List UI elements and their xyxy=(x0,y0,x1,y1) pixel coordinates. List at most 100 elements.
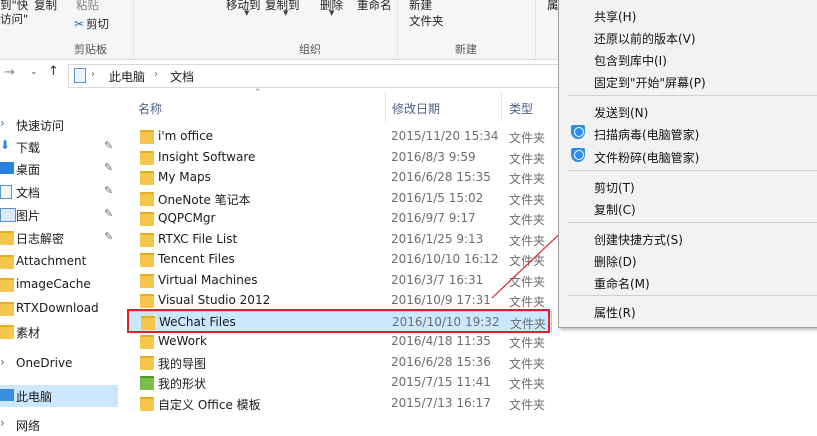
cell-name: My Maps xyxy=(158,170,211,184)
menu-item-pin-to-start[interactable]: 固定到"开始"屏幕(P) xyxy=(559,70,817,92)
menu-item-label: 共享(H) xyxy=(594,10,637,24)
menu-item-label: 属性(R) xyxy=(594,306,636,320)
organize-group-label: 组织 xyxy=(299,43,321,56)
navigation-pane: › 快速访问 ⬇ 下载 ✎ 桌面 ✎ 文档 ✎ 图片 ✎ 日志解密 ✎ Attachment imageCa… xyxy=(0,92,120,433)
copy-to-dropdown-icon[interactable]: ▼ xyxy=(283,9,288,17)
up-arrow-icon[interactable]: ↑ xyxy=(48,64,59,79)
menu-item-restore-versions[interactable]: 还原以前的版本(V) xyxy=(559,26,817,48)
menu-item-label: 重命名(M) xyxy=(594,277,650,291)
folder-icon xyxy=(140,273,154,288)
pin-icon[interactable]: ✎ xyxy=(104,184,113,197)
properties-button-partial[interactable]: 属 xyxy=(547,0,559,13)
table-row[interactable]: My Maps 2016/6/28 15:35 文件夹 xyxy=(128,167,552,188)
menu-item-rename[interactable]: 重命名(M) xyxy=(559,271,817,293)
cell-date: 2016/4/18 11:35 xyxy=(391,334,491,348)
delete-dropdown-icon[interactable]: ▼ xyxy=(329,9,334,17)
nav-item-1[interactable]: ⬇ 下载 ✎ xyxy=(0,136,118,158)
nav-item-11[interactable]: 此电脑 xyxy=(0,385,118,407)
table-row[interactable]: i'm office 2015/11/20 15:34 文件夹 xyxy=(128,126,552,147)
column-header-name[interactable]: 名称 xyxy=(138,100,162,117)
menu-item-label: 删除(D) xyxy=(594,255,637,269)
table-row[interactable]: WeWork 2016/4/18 11:35 文件夹 xyxy=(128,331,552,352)
folder-icon xyxy=(0,231,14,245)
folder-icon xyxy=(140,212,154,226)
menu-item-delete[interactable]: 删除(D) xyxy=(559,249,817,271)
menu-item-share[interactable]: 共享(H) xyxy=(559,4,817,26)
folder-icon xyxy=(0,255,14,269)
nav-item-2[interactable]: 桌面 ✎ xyxy=(0,158,118,180)
menu-item-label: 包含到库中(I) xyxy=(594,54,667,68)
cell-date: 2016/6/28 15:35 xyxy=(391,170,491,184)
recent-locations-chevron-icon[interactable]: ⌄ xyxy=(30,67,38,77)
pin-icon[interactable]: ✎ xyxy=(104,139,113,152)
new-folder-button-line2[interactable]: 文件夹 xyxy=(409,13,444,29)
rename-button[interactable]: 重命名 xyxy=(357,0,392,13)
folder-icon xyxy=(0,302,14,316)
cloud-icon: › xyxy=(0,355,5,369)
folder-icon xyxy=(140,355,154,370)
column-divider[interactable] xyxy=(385,92,386,122)
menu-item-send-to[interactable]: 发送到(N) xyxy=(559,100,817,122)
breadcrumb-separator-icon: › xyxy=(91,69,95,80)
menu-item-scan-virus[interactable]: 扫描病毒(电脑管家) xyxy=(559,122,817,144)
paste-button[interactable]: 粘贴 xyxy=(76,0,99,13)
menu-item-shred-file[interactable]: 文件粉碎(电脑管家) xyxy=(559,145,817,167)
cell-name: 我的形状 xyxy=(158,377,207,391)
nav-item-10[interactable]: › OneDrive xyxy=(0,353,118,375)
nav-item-4[interactable]: 图片 ✎ xyxy=(0,204,118,226)
nav-item-label: 文档 xyxy=(16,186,41,200)
nav-item-3[interactable]: 文档 ✎ xyxy=(0,181,118,203)
table-row[interactable]: 我的导图 2016/6/28 15:36 文件夹 xyxy=(128,352,552,373)
move-to-dropdown-icon[interactable]: ▼ xyxy=(244,9,249,17)
menu-item-properties[interactable]: 属性(R) xyxy=(559,300,817,322)
column-header-date[interactable]: 修改日期 xyxy=(392,100,440,117)
nav-item-8[interactable]: RTXDownload xyxy=(0,298,118,320)
folder-icon xyxy=(140,150,154,165)
nav-item-label: 图片 xyxy=(16,209,41,223)
breadcrumb-this-pc[interactable]: 此电脑 xyxy=(109,68,145,85)
nav-item-0[interactable]: › 快速访问 xyxy=(0,114,118,136)
nav-item-label: 网络 xyxy=(16,419,41,433)
context-menu: 共享(H) 还原以前的版本(V) 包含到库中(I) 固定到"开始"屏幕(P) 发送到(N… xyxy=(558,0,817,328)
new-folder-button[interactable]: 新建 xyxy=(409,0,432,13)
pin-icon[interactable]: ✎ xyxy=(104,230,113,243)
column-header-type[interactable]: 类型 xyxy=(509,100,533,117)
copy-button[interactable]: 复制 xyxy=(34,0,57,13)
nav-item-7[interactable]: imageCache xyxy=(0,274,118,296)
pin-icon[interactable]: ✎ xyxy=(104,207,113,220)
breadcrumb-documents[interactable]: 文档 xyxy=(170,68,194,85)
folder-icon xyxy=(140,232,154,247)
nav-item-label: imageCache xyxy=(16,277,91,291)
column-divider[interactable] xyxy=(501,92,502,122)
menu-item-label: 还原以前的版本(V) xyxy=(594,32,696,46)
pin-to-quick-access-partial-2[interactable]: 访问" xyxy=(0,11,28,27)
folder-icon xyxy=(140,335,154,349)
folder-icon xyxy=(140,294,154,308)
folder-icon xyxy=(140,130,154,144)
nav-item-9[interactable]: 素材 xyxy=(0,321,118,343)
table-row[interactable]: 自定义 Office 模板 2015/7/13 16:17 文件夹 xyxy=(128,393,552,414)
nav-item-5[interactable]: 日志解密 ✎ xyxy=(0,227,118,249)
documents-location-icon xyxy=(74,68,86,83)
nav-item-6[interactable]: Attachment xyxy=(0,251,118,273)
menu-separator xyxy=(568,222,817,223)
menu-item-include-in-library[interactable]: 包含到库中(I) xyxy=(559,48,817,70)
ribbon-separator xyxy=(133,0,134,58)
cell-type: 文件夹 xyxy=(509,172,546,186)
cell-type: 文件夹 xyxy=(509,377,546,391)
pin-icon[interactable]: ✎ xyxy=(104,161,113,174)
highlight-annotation-box xyxy=(127,309,550,333)
forward-arrow-icon[interactable]: → xyxy=(4,65,15,80)
cell-name: OneNote 笔记本 xyxy=(158,192,251,207)
menu-item-copy[interactable]: 复制(C) xyxy=(559,197,817,219)
scissors-icon: ✂ xyxy=(74,17,85,31)
table-row[interactable]: Insight Software 2016/8/3 9:59 文件夹 xyxy=(128,147,552,168)
cut-button[interactable]: ✂ 剪切 xyxy=(74,16,109,32)
table-row[interactable]: 我的形状 2015/7/15 11:41 文件夹 xyxy=(128,372,552,393)
menu-separator xyxy=(568,170,817,171)
menu-item-create-shortcut[interactable]: 创建快捷方式(S) xyxy=(559,227,817,249)
cell-type: 文件夹 xyxy=(509,131,546,145)
menu-item-cut[interactable]: 剪切(T) xyxy=(559,175,817,197)
picture-icon xyxy=(0,208,16,222)
cell-date: 2016/6/28 15:36 xyxy=(391,354,491,369)
